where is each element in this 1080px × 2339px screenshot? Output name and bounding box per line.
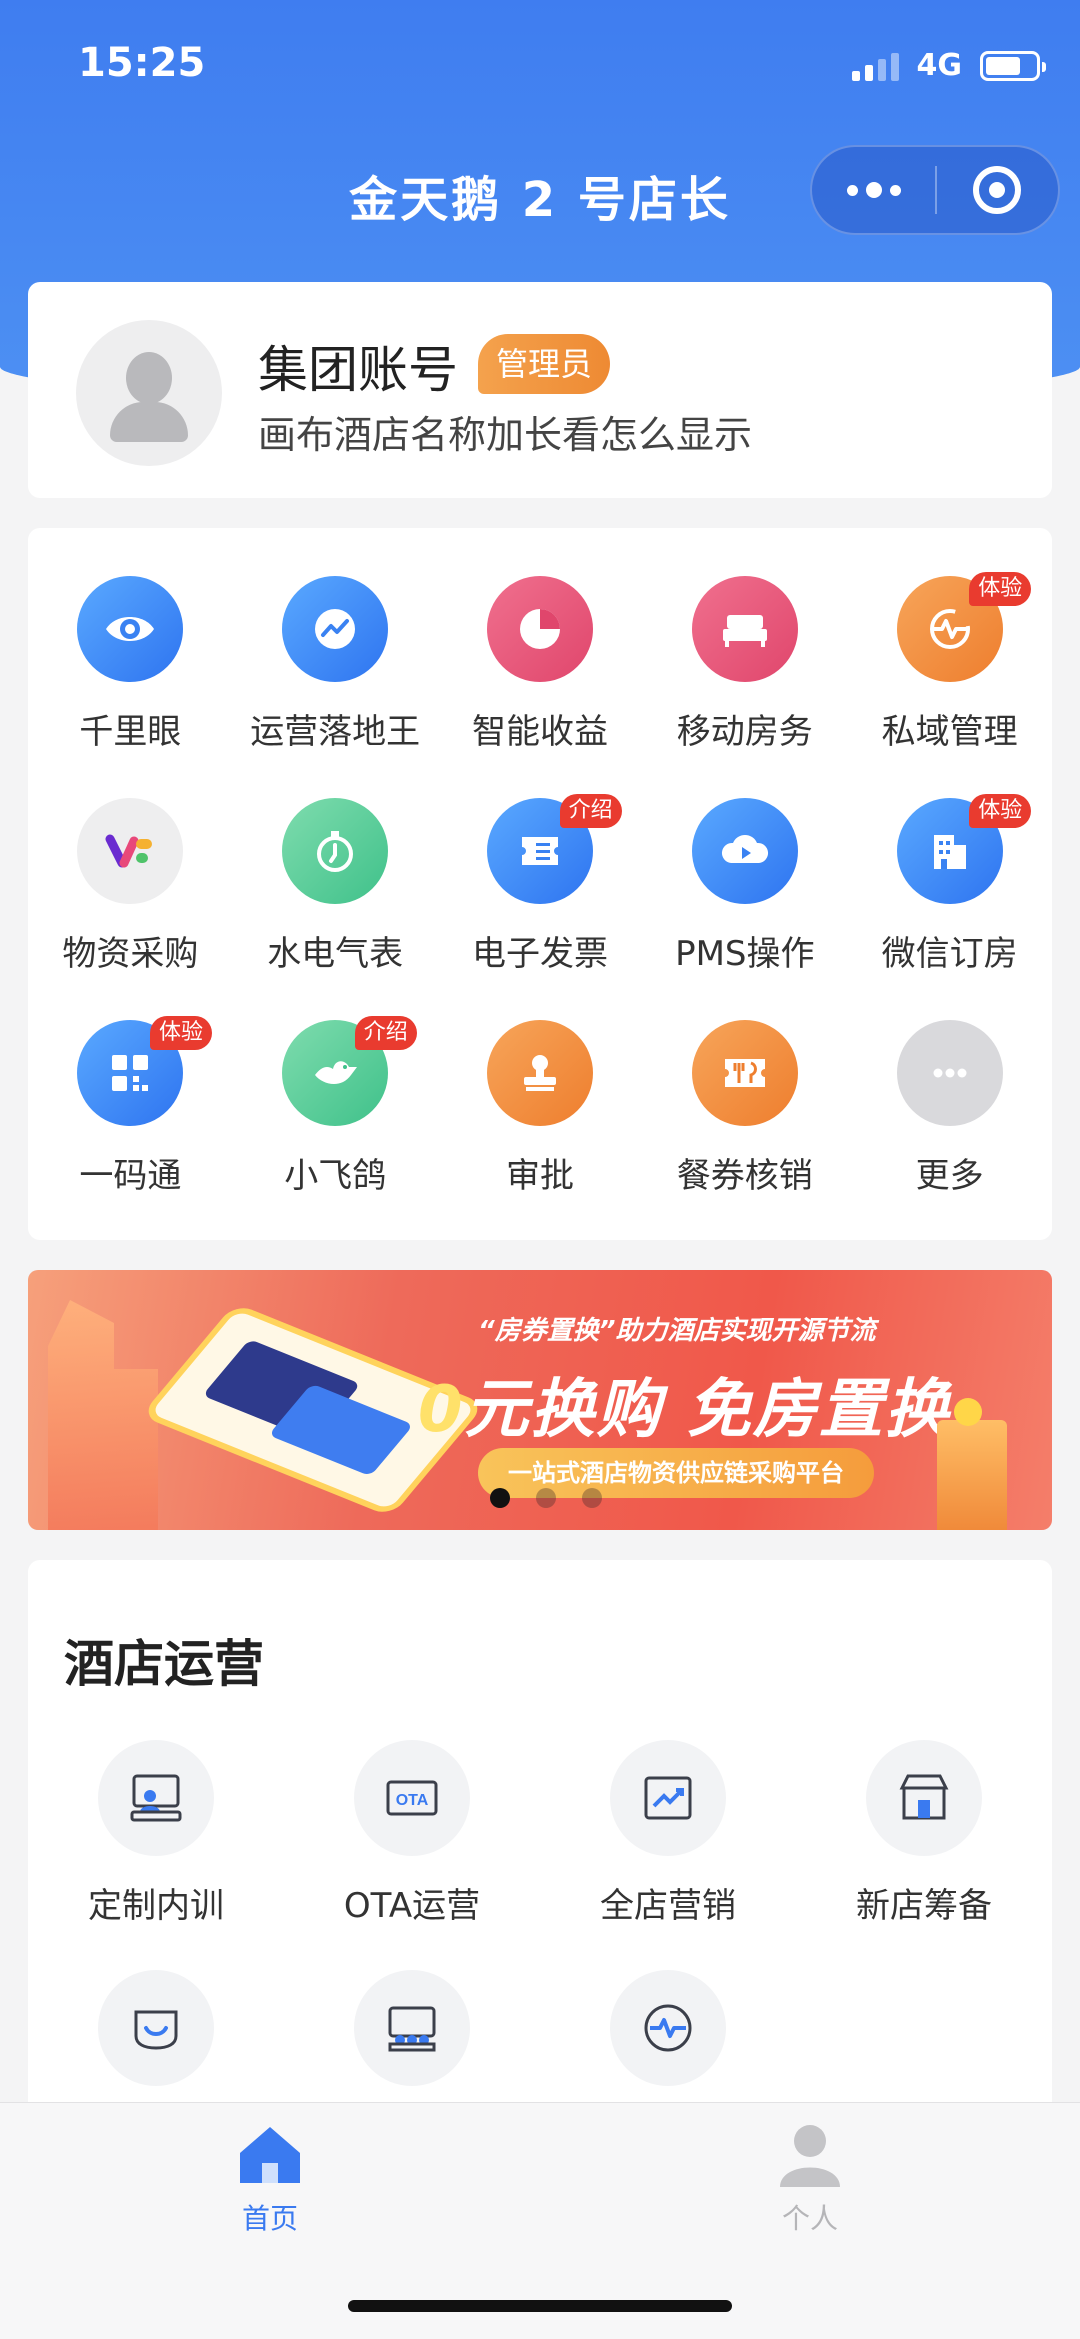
hotel-name: 画布酒店名称加长看怎么显示 bbox=[258, 413, 753, 457]
intro-badge: 介绍 bbox=[559, 794, 622, 828]
grid-item-label: 物资采购 bbox=[62, 934, 199, 974]
person-icon bbox=[780, 2125, 840, 2187]
grid-item-label: 一码通 bbox=[79, 1156, 182, 1196]
grid-item-meal-voucher[interactable]: 餐券核销 bbox=[642, 1020, 847, 1202]
city-illustration bbox=[48, 1300, 158, 1530]
home-indicator bbox=[348, 2300, 732, 2312]
miniprogram-capsule bbox=[810, 145, 1060, 235]
profile-card[interactable]: 集团账号 管理员 画布酒店名称加长看怎么显示 bbox=[28, 282, 1052, 498]
grid-item-meters[interactable]: 水电气表 bbox=[233, 798, 438, 980]
brand-logo-icon bbox=[77, 798, 184, 904]
grid-item-label: 智能收益 bbox=[471, 712, 608, 752]
grid-item-private-domain[interactable]: 私域管理 体验 bbox=[847, 572, 1052, 758]
grid-item-approval[interactable]: 审批 bbox=[438, 1020, 643, 1202]
ops-item-marketing[interactable]: 全店营销 bbox=[540, 1740, 796, 1950]
grid-item-wechat-booking[interactable]: 微信订房 体验 bbox=[847, 794, 1052, 980]
grid-item-pigeon[interactable]: 小飞鸽 介绍 bbox=[233, 1016, 438, 1202]
store-icon bbox=[866, 1740, 982, 1856]
pie-icon bbox=[486, 576, 593, 682]
avatar bbox=[76, 320, 222, 466]
carousel-indicator[interactable] bbox=[490, 1488, 602, 1508]
trend-icon bbox=[282, 576, 389, 682]
ota-icon: OTA bbox=[354, 1740, 470, 1856]
grid-item-one-code[interactable]: 一码通 体验 bbox=[28, 1016, 233, 1202]
tab-profile-label: 个人 bbox=[781, 2202, 838, 2235]
more-icon bbox=[896, 1020, 1003, 1126]
svg-text:OTA: OTA bbox=[396, 1792, 429, 1809]
grid-item-label: 更多 bbox=[915, 1156, 984, 1196]
cloud-play-icon bbox=[691, 798, 798, 904]
ops-item-ota[interactable]: OTA OTA运营 bbox=[284, 1740, 540, 1950]
ops-item-label: 新店筹备 bbox=[856, 1886, 992, 1926]
tab-profile[interactable]: 个人 bbox=[710, 2117, 910, 2237]
trial-badge: 体验 bbox=[150, 1016, 213, 1050]
grid-item-label: 小飞鸽 bbox=[284, 1156, 387, 1196]
grid-item-revenue[interactable]: 智能收益 bbox=[438, 576, 643, 758]
grid-item-label: PMS操作 bbox=[675, 934, 815, 974]
grid-item-label: 私域管理 bbox=[881, 712, 1018, 752]
trial-badge: 体验 bbox=[969, 794, 1032, 828]
meeting-icon bbox=[354, 1970, 470, 2086]
grid-item-label: 微信订房 bbox=[881, 934, 1018, 974]
trial-badge: 体验 bbox=[969, 572, 1032, 606]
ops-item-label: OTA运营 bbox=[343, 1886, 481, 1926]
promo-banner[interactable]: “房券置换”助力酒店实现开源节流 0元换购 免房置换 一站式酒店物资供应链采购平… bbox=[28, 1270, 1052, 1530]
account-name: 集团账号 bbox=[258, 341, 458, 399]
bed-icon bbox=[691, 576, 798, 682]
grid-item-e-invoice[interactable]: 电子发票 介绍 bbox=[438, 794, 643, 980]
carousel-dot[interactable] bbox=[490, 1488, 510, 1508]
stamp-icon bbox=[486, 1020, 593, 1126]
smile-chat-icon bbox=[98, 1970, 214, 2086]
grid-item-label: 审批 bbox=[505, 1156, 574, 1196]
tab-home-label: 首页 bbox=[241, 2202, 298, 2235]
grid-item-label: 千里眼 bbox=[79, 712, 182, 752]
status-indicators: 4G bbox=[851, 48, 1046, 83]
close-miniprogram-button[interactable] bbox=[937, 147, 1058, 233]
ops-item-label: 全店营销 bbox=[600, 1886, 736, 1926]
section-title: 酒店运营 bbox=[64, 1635, 264, 1693]
ops-item-training[interactable]: 定制内训 bbox=[28, 1740, 284, 1950]
home-icon bbox=[240, 2127, 300, 2183]
signal-icon bbox=[851, 51, 899, 81]
ops-item-label: 定制内训 bbox=[88, 1886, 224, 1926]
coin-illustration bbox=[954, 1398, 982, 1426]
grid-item-label: 水电气表 bbox=[267, 934, 404, 974]
grid-item-operations[interactable]: 运营落地王 bbox=[233, 576, 438, 758]
carousel-dot[interactable] bbox=[582, 1488, 602, 1508]
function-grid-card: 千里眼 运营落地王 智能收益 移动房务 私域管理 体验 物资采购 水电气表 电子… bbox=[28, 528, 1052, 1240]
grid-item-procurement[interactable]: 物资采购 bbox=[28, 798, 233, 980]
more-menu-button[interactable] bbox=[812, 147, 935, 233]
function-grid: 千里眼 运营落地王 智能收益 移动房务 私域管理 体验 物资采购 水电气表 电子… bbox=[28, 572, 1052, 1202]
carousel-dot[interactable] bbox=[536, 1488, 556, 1508]
pulse-icon bbox=[610, 1970, 726, 2086]
battery-icon bbox=[980, 50, 1046, 81]
grid-item-label: 移动房务 bbox=[676, 712, 813, 752]
grid-item-label: 运营落地王 bbox=[250, 712, 421, 752]
eye-icon bbox=[77, 576, 184, 682]
network-type: 4G bbox=[916, 48, 963, 83]
gift-illustration bbox=[937, 1420, 1007, 1530]
training-icon bbox=[98, 1740, 214, 1856]
grid-item-label: 餐券核销 bbox=[676, 1156, 813, 1196]
ops-item-new-store[interactable]: 新店筹备 bbox=[796, 1740, 1052, 1950]
grid-item-more[interactable]: 更多 bbox=[847, 1020, 1052, 1202]
grid-item-label: 电子发票 bbox=[471, 934, 608, 974]
status-time: 15:25 bbox=[78, 40, 206, 86]
banner-headline: 0元换购 免房置换 bbox=[418, 1373, 951, 1447]
grid-item-pms[interactable]: PMS操作 bbox=[642, 798, 847, 980]
tab-home[interactable]: 首页 bbox=[170, 2117, 370, 2237]
chart-up-icon bbox=[610, 1740, 726, 1856]
banner-subtitle: “房券置换”助力酒店实现开源节流 bbox=[478, 1316, 876, 1346]
grid-item-housekeeping[interactable]: 移动房务 bbox=[642, 576, 847, 758]
intro-badge: 介绍 bbox=[354, 1016, 417, 1050]
status-bar: 15:25 4G bbox=[0, 0, 1080, 130]
stopwatch-icon bbox=[282, 798, 389, 904]
grid-item-qianliyan[interactable]: 千里眼 bbox=[28, 576, 233, 758]
hotel-operations-card: 酒店运营 定制内训 OTA OTA运营 全店营销 新店筹备 bbox=[28, 1560, 1052, 2120]
role-badge: 管理员 bbox=[478, 334, 611, 394]
meal-ticket-icon bbox=[691, 1020, 798, 1126]
